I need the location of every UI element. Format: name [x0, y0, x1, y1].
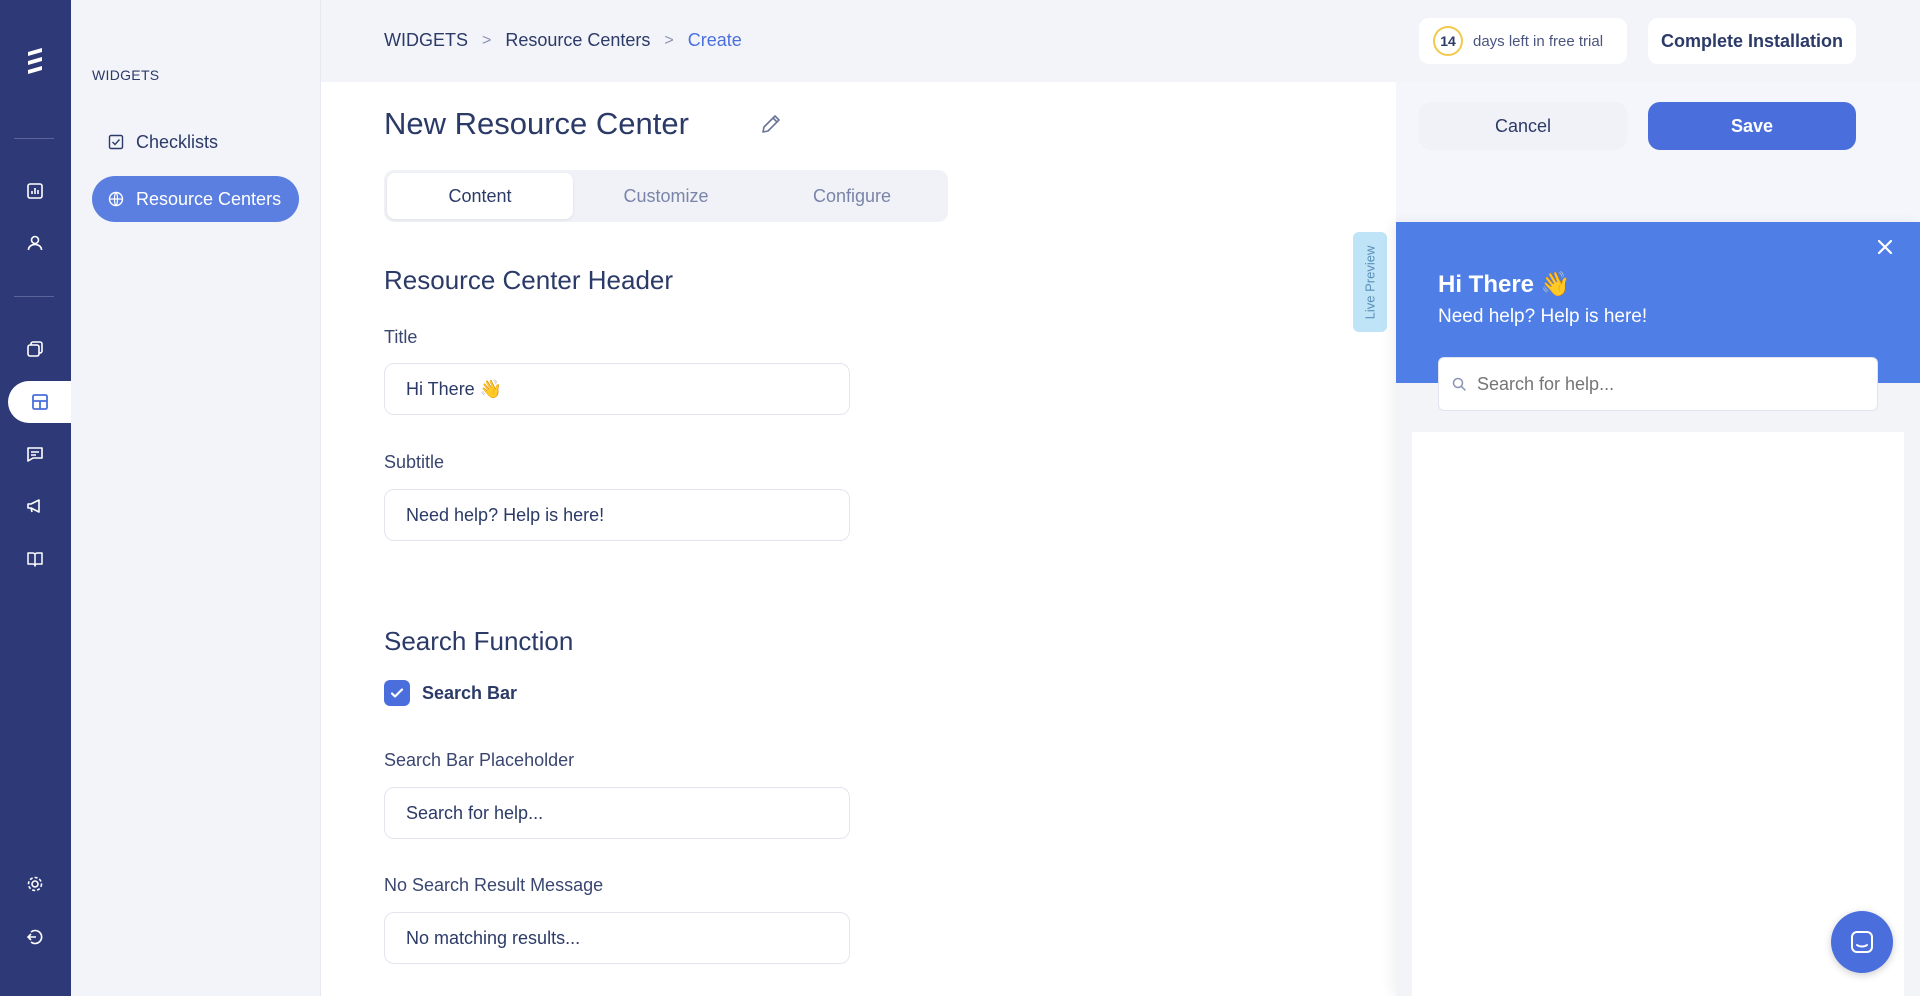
chat-launcher-button[interactable]: [1831, 911, 1893, 973]
messages-icon[interactable]: [22, 441, 48, 467]
pencil-icon[interactable]: [759, 112, 783, 136]
page-title: New Resource Center: [384, 106, 689, 141]
title-input[interactable]: [384, 363, 850, 415]
no-result-input[interactable]: [384, 912, 850, 964]
search-bar-label: Search Bar: [422, 682, 518, 703]
breadcrumb-widgets[interactable]: WIDGETS: [384, 30, 468, 51]
placeholder-input[interactable]: [384, 787, 850, 839]
editor-tabs: Content Customize Configure: [384, 170, 948, 222]
header-section-title: Resource Center Header: [384, 265, 674, 295]
megaphone-icon[interactable]: [22, 493, 48, 519]
cancel-button[interactable]: Cancel: [1419, 102, 1627, 150]
logo-icon[interactable]: [20, 44, 50, 84]
preview-title: Hi There 👋: [1438, 271, 1571, 298]
preview-body: [1412, 432, 1904, 996]
tab-customize[interactable]: Customize: [573, 173, 759, 219]
preview-search-box: [1438, 357, 1878, 411]
search-bar-checkbox[interactable]: [384, 680, 410, 706]
chat-icon: [1851, 931, 1873, 953]
logout-icon[interactable]: [22, 924, 48, 950]
tab-configure[interactable]: Configure: [759, 173, 945, 219]
resource-center-preview: Hi There 👋 Need help? Help is here!: [1396, 222, 1920, 996]
trial-days-count: 14: [1433, 26, 1463, 56]
breadcrumb-current: Create: [687, 30, 742, 50]
complete-installation-button[interactable]: Complete Installation: [1648, 18, 1856, 64]
rail-divider: [14, 138, 54, 139]
sidebar-item-label: Checklists: [136, 131, 219, 152]
live-preview-label: Live Preview: [1362, 245, 1378, 319]
analytics-icon[interactable]: [22, 178, 48, 204]
checkbox-icon: [108, 134, 124, 150]
search-icon: [1452, 377, 1466, 391]
sidebar-item-resource-centers[interactable]: Resource Centers: [92, 176, 299, 222]
title-label: Title: [384, 327, 418, 347]
breadcrumb: WIDGETS > Resource Centers > Create: [384, 30, 742, 51]
search-bar-toggle: Search Bar: [384, 680, 517, 706]
top-bar: WIDGETS > Resource Centers > Create 14 d…: [321, 0, 1920, 82]
editor-main: New Resource Center Cancel Save Content …: [321, 82, 1856, 996]
breadcrumb-separator: >: [664, 31, 674, 49]
gear-icon[interactable]: [22, 871, 48, 897]
breadcrumb-resource-centers[interactable]: Resource Centers: [505, 30, 650, 51]
globe-icon: [108, 191, 124, 207]
trial-badge[interactable]: 14 days left in free trial: [1419, 18, 1627, 64]
placeholder-label: Search Bar Placeholder: [384, 750, 575, 770]
book-icon[interactable]: [22, 546, 48, 572]
no-result-label: No Search Result Message: [384, 875, 604, 895]
preview-search-input[interactable]: [1477, 373, 1857, 395]
sidebar-item-label: Resource Centers: [136, 188, 282, 209]
widgets-icon[interactable]: [8, 381, 71, 423]
preview-subtitle: Need help? Help is here!: [1438, 306, 1648, 327]
subtitle-input[interactable]: [384, 489, 850, 541]
close-icon[interactable]: [1874, 236, 1896, 258]
trial-text: days left in free trial: [1473, 32, 1604, 50]
checkmark-icon: [390, 688, 404, 698]
sidebar-heading: WIDGETS: [92, 67, 160, 83]
live-preview-tab[interactable]: Live Preview: [1353, 232, 1387, 332]
sidebar-item-checklists[interactable]: Checklists: [92, 119, 299, 165]
widgets-sidebar: WIDGETS Checklists Resource Centers: [71, 0, 321, 996]
user-icon[interactable]: [22, 230, 48, 256]
subtitle-label: Subtitle: [384, 452, 445, 472]
search-section-title: Search Function: [384, 626, 574, 656]
icon-rail: [0, 0, 71, 996]
rail-divider: [14, 296, 54, 297]
breadcrumb-separator: >: [482, 31, 492, 49]
copy-icon[interactable]: [22, 336, 48, 362]
tab-content[interactable]: Content: [387, 173, 573, 219]
save-button[interactable]: Save: [1648, 102, 1856, 150]
